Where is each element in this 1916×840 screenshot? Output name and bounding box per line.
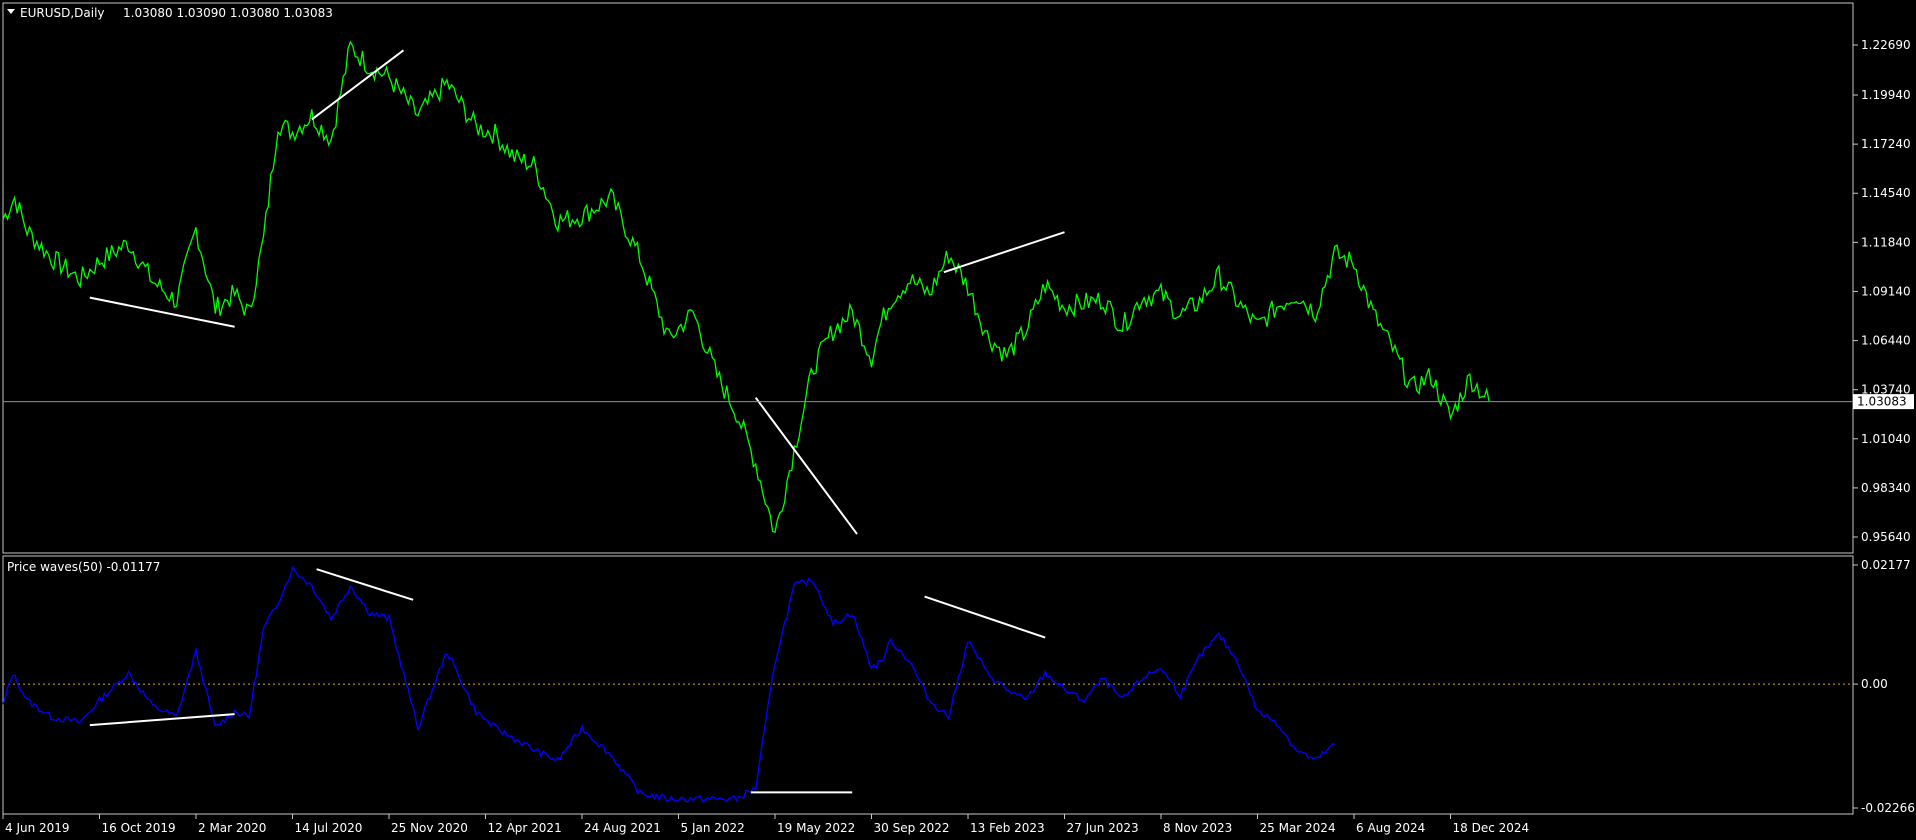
time-tick-label: 5 Jan 2022 xyxy=(681,821,745,835)
time-tick-label: 24 Aug 2021 xyxy=(584,821,661,835)
time-tick-label: 4 Jun 2019 xyxy=(5,821,70,835)
indicator-trendline[interactable] xyxy=(924,595,1046,639)
chart-canvas: EURUSD,Daily 1.03080 1.03090 1.03080 1.0… xyxy=(2,2,1915,835)
price-ytick-label: 1.17240 xyxy=(1861,137,1911,151)
price-y-axis: 1.22690 1.19940 1.17240 1.14540 1.11840 1.091… xyxy=(1853,38,1911,544)
indicator-label: Price waves(50) -0.01177 xyxy=(7,560,160,574)
price-trendline[interactable] xyxy=(754,397,858,535)
time-tick-label: 19 May 2022 xyxy=(777,821,855,835)
price-plot xyxy=(2,40,1490,535)
indicator-trendline[interactable] xyxy=(316,568,414,601)
time-tick-label: 30 Sep 2022 xyxy=(874,821,950,835)
time-axis: 4 Jun 2019 16 Oct 2019 2 Mar 2020 14 Jul 20… xyxy=(2,814,1530,835)
price-trendline[interactable] xyxy=(943,231,1065,274)
indicator-ytick-label: -0.02266 xyxy=(1861,801,1915,815)
price-ytick-label: 0.95640 xyxy=(1861,530,1911,544)
indicator-ytick-label: 0.00 xyxy=(1861,677,1888,691)
price-ytick-label: 1.06440 xyxy=(1861,334,1911,348)
collapse-triangle-icon[interactable] xyxy=(7,9,15,14)
time-tick-label: 25 Mar 2024 xyxy=(1260,821,1336,835)
time-tick-label: 12 Apr 2021 xyxy=(488,821,562,835)
current-price-value: 1.03083 xyxy=(1857,395,1907,409)
price-pane-frame xyxy=(2,2,1854,554)
price-ytick-label: 1.11840 xyxy=(1861,235,1911,249)
time-tick-label: 16 Oct 2019 xyxy=(102,821,176,835)
indicator-trendline[interactable] xyxy=(89,713,235,727)
time-tick-label: 18 Dec 2024 xyxy=(1453,821,1530,835)
indicator-y-axis: 0.02177 0.00 -0.02266 xyxy=(3,558,1915,815)
time-tick-label: 25 Nov 2020 xyxy=(391,821,468,835)
price-ytick-label: 1.14540 xyxy=(1861,186,1911,200)
price-ytick-label: 1.01040 xyxy=(1861,432,1911,446)
price-ytick-label: 0.98340 xyxy=(1861,481,1911,495)
time-tick-label: 14 Jul 2020 xyxy=(295,821,363,835)
price-ytick-label: 1.19940 xyxy=(1861,88,1911,102)
time-tick-label: 13 Feb 2023 xyxy=(970,821,1045,835)
price-trendline[interactable] xyxy=(89,296,235,328)
indicator-pane-frame xyxy=(2,555,1854,815)
time-tick-label: 27 Jun 2023 xyxy=(1067,821,1139,835)
price-series-line xyxy=(2,40,1490,534)
indicator-ytick-label: 0.02177 xyxy=(1861,558,1911,572)
price-trendline[interactable] xyxy=(311,49,405,121)
time-tick-label: 8 Nov 2023 xyxy=(1163,821,1232,835)
price-ytick-label: 1.09140 xyxy=(1861,284,1911,298)
time-tick-label: 6 Aug 2024 xyxy=(1356,821,1425,835)
price-ytick-label: 1.22690 xyxy=(1861,38,1911,52)
time-tick-label: 2 Mar 2020 xyxy=(198,821,266,835)
ohlc-values: 1.03080 1.03090 1.03080 1.03083 xyxy=(123,6,333,20)
symbol-label: EURUSD,Daily xyxy=(20,6,105,20)
